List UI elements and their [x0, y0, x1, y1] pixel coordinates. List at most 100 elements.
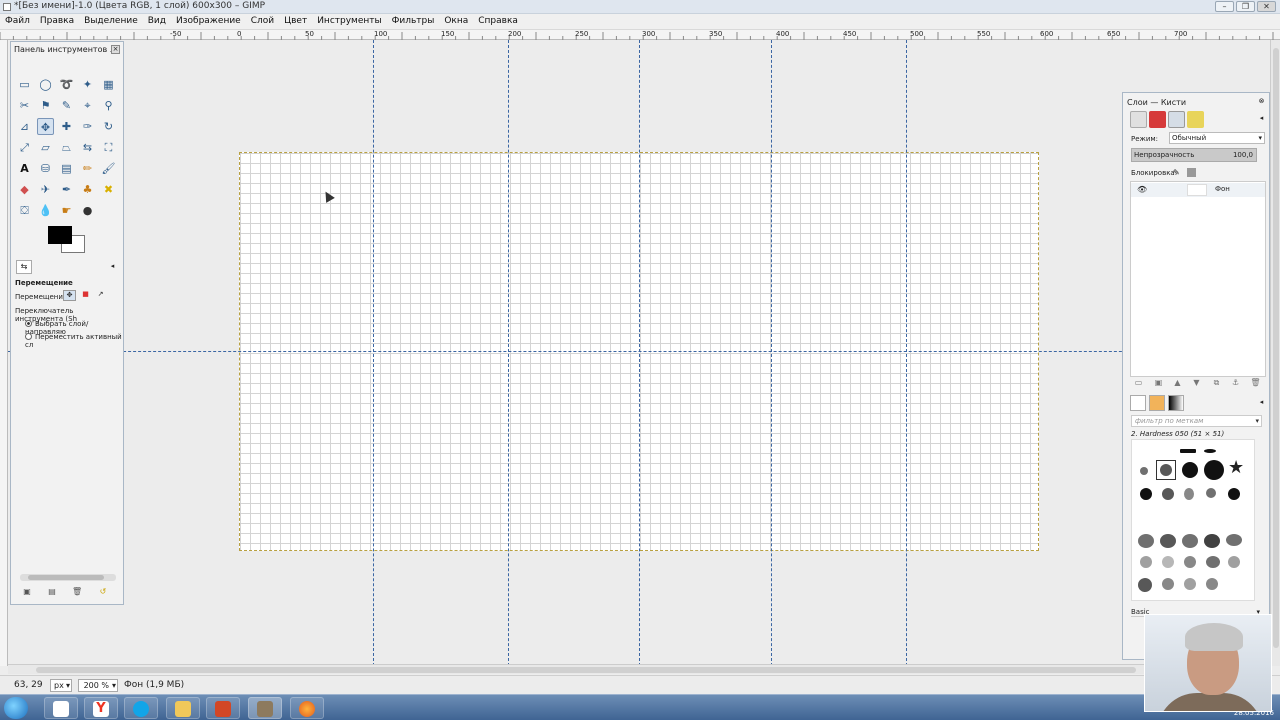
scroll-thumb[interactable] — [28, 575, 104, 580]
horizontal-ruler[interactable]: -50 0 50 100 150 200 250 300 350 400 450… — [0, 30, 1280, 40]
menu-windows[interactable]: Окна — [439, 14, 473, 26]
brush-item[interactable] — [1204, 534, 1220, 548]
gradient-icon[interactable]: ▤ — [58, 160, 75, 177]
tab-menu-icon[interactable]: ◂ — [1257, 115, 1266, 124]
radio-move-active[interactable]: Переместить активный сл — [25, 333, 123, 349]
toolbox-scrollbar[interactable] — [20, 574, 116, 581]
taskbar-powerpoint[interactable] — [206, 697, 240, 719]
anchor-icon[interactable]: ⚓ — [1230, 377, 1241, 388]
scroll-thumb[interactable] — [36, 667, 1136, 673]
close-icon[interactable]: × — [111, 45, 120, 54]
brush-item[interactable] — [1182, 462, 1198, 478]
canvas-area[interactable] — [8, 40, 1272, 666]
raise-layer-icon[interactable]: ▲ — [1172, 377, 1183, 388]
menu-tools[interactable]: Инструменты — [312, 14, 386, 26]
brush-item[interactable] — [1160, 464, 1172, 476]
smudge-icon[interactable]: ☛ — [58, 202, 75, 219]
measure-icon[interactable]: ⊿ — [16, 118, 33, 135]
menu-filters[interactable]: Фильтры — [387, 14, 440, 26]
brush-item[interactable] — [1228, 488, 1240, 500]
brush-item[interactable] — [1182, 534, 1198, 548]
dodge-burn-icon[interactable]: ● — [79, 202, 96, 219]
brush-item[interactable] — [1162, 488, 1174, 500]
rect-select-icon[interactable]: ▭ — [16, 76, 33, 93]
eye-icon[interactable]: 👁 — [1137, 185, 1147, 194]
brush-item[interactable] — [1138, 534, 1154, 548]
taskbar-gimp[interactable] — [248, 697, 282, 719]
menu-help[interactable]: Справка — [473, 14, 523, 26]
brush-item[interactable] — [1206, 556, 1220, 568]
perspective-icon[interactable]: ⏢ — [58, 139, 75, 156]
gradients-tab-icon[interactable] — [1168, 395, 1184, 411]
maximize-button[interactable]: ❐ — [1236, 1, 1255, 12]
pencil-icon[interactable]: ✏ — [79, 160, 96, 177]
start-button[interactable] — [4, 697, 28, 719]
brush-tag-filter[interactable]: фильтр по меткам ▾ — [1131, 415, 1262, 427]
save-options-icon[interactable]: ▣ — [22, 587, 32, 597]
vertical-guide[interactable] — [373, 40, 374, 666]
blur-icon[interactable]: 💧 — [37, 202, 54, 219]
brush-item[interactable] — [1140, 556, 1152, 568]
taskbar-firefox[interactable] — [290, 697, 324, 719]
brush-item[interactable] — [1162, 556, 1174, 568]
brush-item[interactable] — [1184, 488, 1194, 500]
panel-close-icon[interactable]: ⊗ — [1257, 98, 1266, 107]
scale-icon[interactable]: ⤢ — [16, 139, 33, 156]
zoom-icon[interactable]: ⚲ — [100, 97, 117, 114]
brush-item[interactable] — [1162, 578, 1174, 590]
menu-file[interactable]: Файл — [0, 14, 35, 26]
bucket-fill-icon[interactable]: ⛁ — [37, 160, 54, 177]
cage-icon[interactable]: ⛶ — [100, 139, 117, 156]
perspective-clone-icon[interactable]: ⛋ — [16, 202, 33, 219]
duplicate-layer-icon[interactable]: ⧉ — [1211, 377, 1222, 388]
ellipse-select-icon[interactable]: ◯ — [37, 76, 54, 93]
foreground-color-swatch[interactable] — [48, 226, 72, 244]
patterns-tab-icon[interactable] — [1149, 395, 1165, 411]
minimize-button[interactable]: – — [1215, 1, 1234, 12]
channels-tab-icon[interactable] — [1149, 111, 1166, 128]
tab-menu-icon[interactable]: ◂ — [108, 263, 117, 272]
brush-item[interactable] — [1204, 460, 1224, 480]
new-group-icon[interactable]: ▣ — [1153, 377, 1164, 388]
move-layer-mode-icon[interactable]: ✥ — [63, 290, 76, 301]
radio-move-active-indicator[interactable] — [25, 333, 32, 340]
menu-image[interactable]: Изображение — [171, 14, 246, 26]
brush-item[interactable] — [1140, 488, 1152, 500]
menu-edit[interactable]: Правка — [35, 14, 79, 26]
scroll-thumb[interactable] — [1273, 48, 1279, 648]
color-picker-icon[interactable]: ⌖ — [79, 97, 96, 114]
lower-layer-icon[interactable]: ▼ — [1191, 377, 1202, 388]
vertical-guide[interactable] — [771, 40, 772, 666]
rotate-icon[interactable]: ↻ — [100, 118, 117, 135]
paths-icon[interactable]: ✎ — [58, 97, 75, 114]
horizontal-scrollbar[interactable] — [8, 664, 1272, 674]
close-button[interactable]: ✕ — [1257, 1, 1276, 12]
vertical-ruler[interactable] — [0, 40, 8, 666]
vertical-guide[interactable] — [906, 40, 907, 666]
ink-icon[interactable]: ✒ — [58, 181, 75, 198]
vertical-guide[interactable] — [508, 40, 509, 666]
taskbar-yandex[interactable]: Y — [84, 697, 118, 719]
vertical-guide[interactable] — [639, 40, 640, 666]
lock-pixels-icon[interactable]: ✎ — [1173, 168, 1182, 177]
delete-options-icon[interactable]: 🗑 — [72, 587, 82, 597]
crop-icon[interactable]: ✑ — [79, 118, 96, 135]
brush-item[interactable] — [1226, 534, 1242, 546]
brush-item[interactable] — [1160, 534, 1176, 548]
layers-tab-icon[interactable] — [1130, 111, 1147, 128]
brush-item[interactable] — [1180, 449, 1196, 453]
brush-item[interactable] — [1204, 449, 1216, 453]
horizontal-guide[interactable] — [8, 351, 1272, 352]
brush-item[interactable] — [1138, 578, 1152, 592]
unit-select[interactable]: px ▾ — [50, 679, 72, 692]
brush-item[interactable] — [1228, 556, 1240, 568]
move-path-mode-icon[interactable]: ↗ — [94, 290, 107, 301]
shear-icon[interactable]: ▱ — [37, 139, 54, 156]
taskbar-skype[interactable] — [124, 697, 158, 719]
color-select-icon[interactable]: ▦ — [100, 76, 117, 93]
tab-menu-icon[interactable]: ◂ — [1257, 399, 1266, 408]
menu-view[interactable]: Вид — [143, 14, 171, 26]
star-brush-icon[interactable]: ★ — [1228, 458, 1244, 478]
foreground-select-icon[interactable]: ⚑ — [37, 97, 54, 114]
brush-grid[interactable]: ★ — [1131, 439, 1255, 601]
